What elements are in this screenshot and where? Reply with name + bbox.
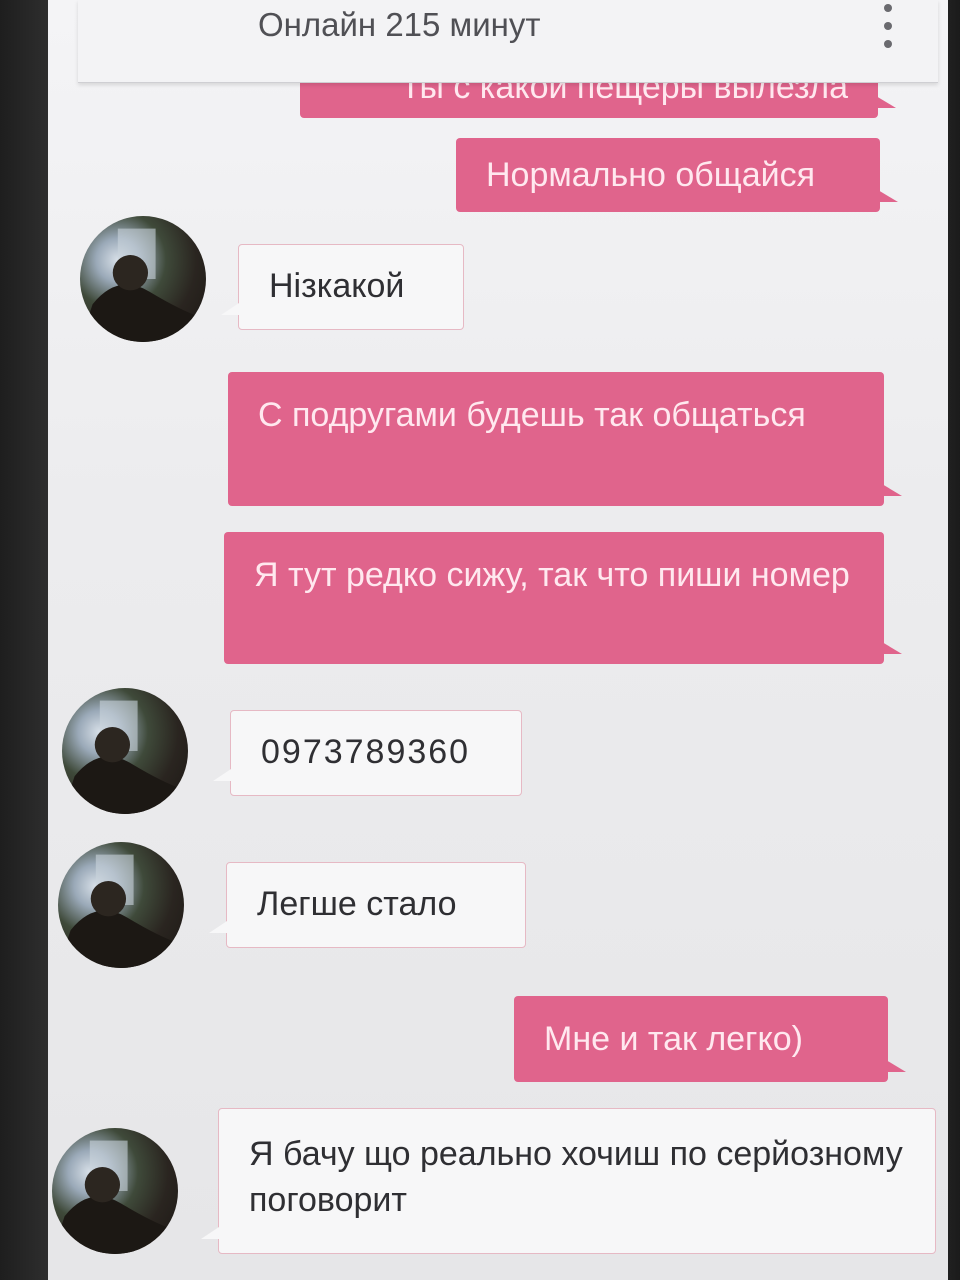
overflow-menu-icon[interactable] (878, 4, 898, 48)
message-text: Нізкакой (269, 267, 405, 305)
menu-dot (884, 40, 892, 48)
message-text: С подругами будешь так общаться (258, 396, 806, 434)
message-incoming[interactable]: Я бачу що реально хочиш по серйозному по… (201, 1108, 936, 1254)
message-outgoing[interactable]: С подругами будешь так общаться (228, 372, 902, 506)
avatar-photo (80, 228, 200, 342)
message-text: 0973789360 (261, 733, 471, 771)
chat-screen: Онлайн 215 минут Ты с какой пещеры вылез… (48, 0, 948, 1280)
message-incoming[interactable]: Легше стало (209, 862, 526, 948)
contact-avatar[interactable] (62, 688, 188, 814)
message-incoming[interactable]: 0973789360 (213, 710, 522, 796)
message-text: Я бачу що реально хочиш по серйозному по… (249, 1135, 903, 1219)
message-outgoing[interactable]: Нормально общайся (456, 138, 898, 212)
message-text: Мне и так легко) (544, 1020, 803, 1058)
online-status: Онлайн 215 минут (258, 6, 541, 43)
contact-avatar[interactable] (52, 1128, 178, 1254)
avatar-photo (62, 700, 182, 814)
menu-dot (884, 4, 892, 12)
avatar-photo (52, 1140, 172, 1254)
contact-avatar[interactable] (58, 842, 184, 968)
menu-dot (884, 22, 892, 30)
message-text: Легше стало (257, 885, 457, 923)
message-text: Нормально общайся (486, 156, 816, 194)
message-outgoing[interactable]: Я тут редко сижу, так что пиши номер (224, 532, 902, 664)
message-text: Я тут редко сижу, так что пиши номер (254, 556, 850, 594)
contact-avatar[interactable] (80, 216, 206, 342)
message-outgoing[interactable]: Мне и так легко) (514, 996, 906, 1082)
chat-header: Онлайн 215 минут (78, 0, 938, 83)
avatar-photo (58, 854, 178, 968)
message-incoming[interactable]: Нізкакой (221, 244, 464, 330)
